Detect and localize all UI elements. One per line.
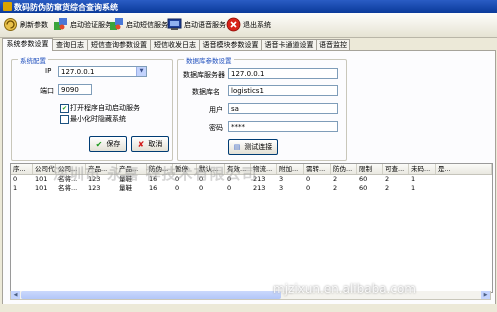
start-voice-service-button[interactable]: 启动语音服务 bbox=[167, 15, 226, 34]
chevron-down-icon[interactable]: ▼ bbox=[136, 67, 146, 76]
start-verify-service-button[interactable]: 启动验证服务 bbox=[53, 15, 112, 34]
grid-column-header[interactable]: 防伪... bbox=[331, 164, 357, 174]
table-cell: 1 bbox=[411, 175, 416, 183]
system-config-group: 系统配置 IP 127.0.0.1 ▼ 端口 9090 ✔ 打开程序自动启动服务… bbox=[11, 55, 173, 161]
db-config-group: 数据库参数设置 数据库服务器 127.0.0.1 数据库名 logistics1… bbox=[177, 55, 347, 161]
tab-voice-monitor[interactable]: 语音监控 bbox=[316, 39, 350, 50]
tab-voice-module-params[interactable]: 语音模块参数设置 bbox=[199, 39, 262, 50]
database-icon: ▤ bbox=[233, 143, 241, 151]
start-sms-service-button[interactable]: 启动短信服务 bbox=[109, 15, 168, 34]
grid-column-header[interactable]: 附加... bbox=[277, 164, 304, 174]
auto-start-checkbox[interactable]: ✔ bbox=[60, 104, 69, 113]
db-password-label: 密码 bbox=[209, 124, 223, 132]
check-icon: ✔ bbox=[95, 139, 103, 149]
table-cell: 123 bbox=[88, 184, 101, 192]
table-row[interactable]: 1 101 名将... 123 量鞋 16 0 0 0 213 3 0 2 60 2 1 bbox=[11, 184, 492, 193]
tab-voice-channel-settings[interactable]: 语音卡通道设置 bbox=[261, 39, 317, 50]
refresh-icon bbox=[3, 17, 18, 32]
grid-column-header[interactable]: 序... bbox=[11, 164, 33, 174]
table-cell: 60 bbox=[359, 184, 368, 192]
db-config-title: 数据库参数设置 bbox=[184, 55, 234, 65]
status-bar bbox=[0, 304, 497, 312]
table-cell: 量鞋 bbox=[119, 184, 132, 192]
save-label: 保存 bbox=[106, 140, 121, 148]
save-button[interactable]: ✔ 保存 bbox=[89, 136, 127, 152]
scroll-left-icon[interactable]: ◀ bbox=[11, 291, 20, 299]
table-cell: 3 bbox=[279, 175, 284, 183]
table-cell: 0 bbox=[306, 175, 311, 183]
db-user-label: 用户 bbox=[209, 106, 223, 114]
grid-column-header[interactable]: 可查... bbox=[383, 164, 409, 174]
tab-sms-log[interactable]: 短信收发日志 bbox=[150, 39, 200, 50]
table-cell: 0 bbox=[175, 184, 180, 192]
table-cell: 16 bbox=[149, 184, 158, 192]
test-connection-label: 测试连接 bbox=[244, 143, 273, 151]
table-cell: 2 bbox=[385, 175, 390, 183]
table-cell: 2 bbox=[333, 175, 338, 183]
exit-icon bbox=[226, 17, 241, 32]
exit-system-label: 退出系统 bbox=[243, 20, 271, 29]
scroll-thumb[interactable] bbox=[21, 291, 281, 299]
table-cell: 名将... bbox=[58, 184, 78, 192]
cancel-label: 取消 bbox=[148, 140, 163, 148]
table-cell: 0 bbox=[13, 175, 18, 183]
ip-combobox[interactable]: 127.0.0.1 ▼ bbox=[58, 66, 147, 77]
db-server-input[interactable]: 127.0.0.1 bbox=[228, 68, 338, 79]
table-cell: 2 bbox=[385, 184, 390, 192]
grid-column-header[interactable]: 未码... bbox=[409, 164, 436, 174]
table-cell: 1 bbox=[411, 184, 416, 192]
db-user-input[interactable]: sa bbox=[228, 103, 338, 114]
system-config-title: 系统配置 bbox=[18, 55, 48, 65]
ip-value: 127.0.0.1 bbox=[61, 68, 95, 76]
toolbar: 刷新参数 启动验证服务 启动短信服务 启动语音服务 退出系统 bbox=[0, 13, 497, 38]
grid-column-header[interactable]: 需转... bbox=[304, 164, 331, 174]
grid-column-header[interactable]: 是... bbox=[436, 164, 492, 174]
cancel-button[interactable]: ✘ 取消 bbox=[131, 136, 169, 152]
ip-label: IP bbox=[45, 67, 52, 75]
port-label: 端口 bbox=[40, 87, 54, 95]
table-cell: 2 bbox=[333, 184, 338, 192]
table-cell: 213 bbox=[253, 184, 266, 192]
tab-sms-query-params[interactable]: 短信查询参数设置 bbox=[87, 39, 151, 50]
start-verify-service-label: 启动验证服务 bbox=[70, 20, 112, 29]
table-cell: 101 bbox=[35, 184, 48, 192]
tab-panel-system-params: 系统配置 IP 127.0.0.1 ▼ 端口 9090 ✔ 打开程序自动启动服务… bbox=[2, 50, 496, 306]
title-bar: 数码防伪防窜货综合查询系统 bbox=[0, 0, 497, 13]
table-cell: 0 bbox=[199, 184, 204, 192]
app-icon bbox=[3, 2, 12, 11]
puzzle-icon bbox=[109, 17, 124, 32]
start-voice-service-label: 启动语音服务 bbox=[184, 20, 226, 29]
close-icon: ✘ bbox=[137, 139, 145, 149]
table-cell: 60 bbox=[359, 175, 368, 183]
db-name-input[interactable]: logistics1 bbox=[228, 85, 338, 96]
minimize-hide-label: 最小化时隐藏系统 bbox=[70, 115, 126, 123]
db-server-label: 数据库服务器 bbox=[183, 71, 225, 79]
exit-system-button[interactable]: 退出系统 bbox=[226, 15, 271, 34]
table-cell: 0 bbox=[227, 184, 232, 192]
puzzle-icon bbox=[53, 17, 68, 32]
company-watermark: 深圳市 永嘉 祥技术有限公司 bbox=[53, 165, 258, 183]
table-cell: 3 bbox=[279, 184, 284, 192]
test-connection-button[interactable]: ▤ 测试连接 bbox=[228, 139, 278, 155]
table-cell: 0 bbox=[306, 184, 311, 192]
port-input[interactable]: 9090 bbox=[58, 84, 92, 95]
window-title: 数码防伪防窜货综合查询系统 bbox=[14, 3, 118, 12]
app-window: 数码防伪防窜货综合查询系统 刷新参数 启动验证服务 启动短信服务 启动语音服务 bbox=[0, 0, 497, 312]
phone-icon bbox=[167, 17, 182, 32]
site-watermark: mjzixun.en.alibaba.com bbox=[273, 282, 416, 296]
tab-system-params[interactable]: 系统参数设置 bbox=[2, 38, 53, 51]
scroll-right-icon[interactable]: ▶ bbox=[481, 291, 490, 299]
minimize-hide-checkbox[interactable] bbox=[60, 115, 69, 124]
db-name-label: 数据库名 bbox=[192, 88, 220, 96]
tab-query-log[interactable]: 查询日志 bbox=[52, 39, 88, 50]
horizontal-scrollbar[interactable]: ◀ ▶ bbox=[10, 291, 491, 300]
refresh-params-button[interactable]: 刷新参数 bbox=[3, 15, 48, 34]
table-cell: 1 bbox=[13, 184, 18, 192]
db-password-input[interactable]: **** bbox=[228, 121, 338, 132]
tab-strip: 系统参数设置 查询日志 短信查询参数设置 短信收发日志 语音模块参数设置 语音卡… bbox=[2, 38, 497, 51]
auto-start-label: 打开程序自动启动服务 bbox=[70, 104, 140, 112]
start-sms-service-label: 启动短信服务 bbox=[126, 20, 168, 29]
refresh-params-label: 刷新参数 bbox=[20, 20, 48, 29]
grid-column-header[interactable]: 限制 bbox=[357, 164, 383, 174]
